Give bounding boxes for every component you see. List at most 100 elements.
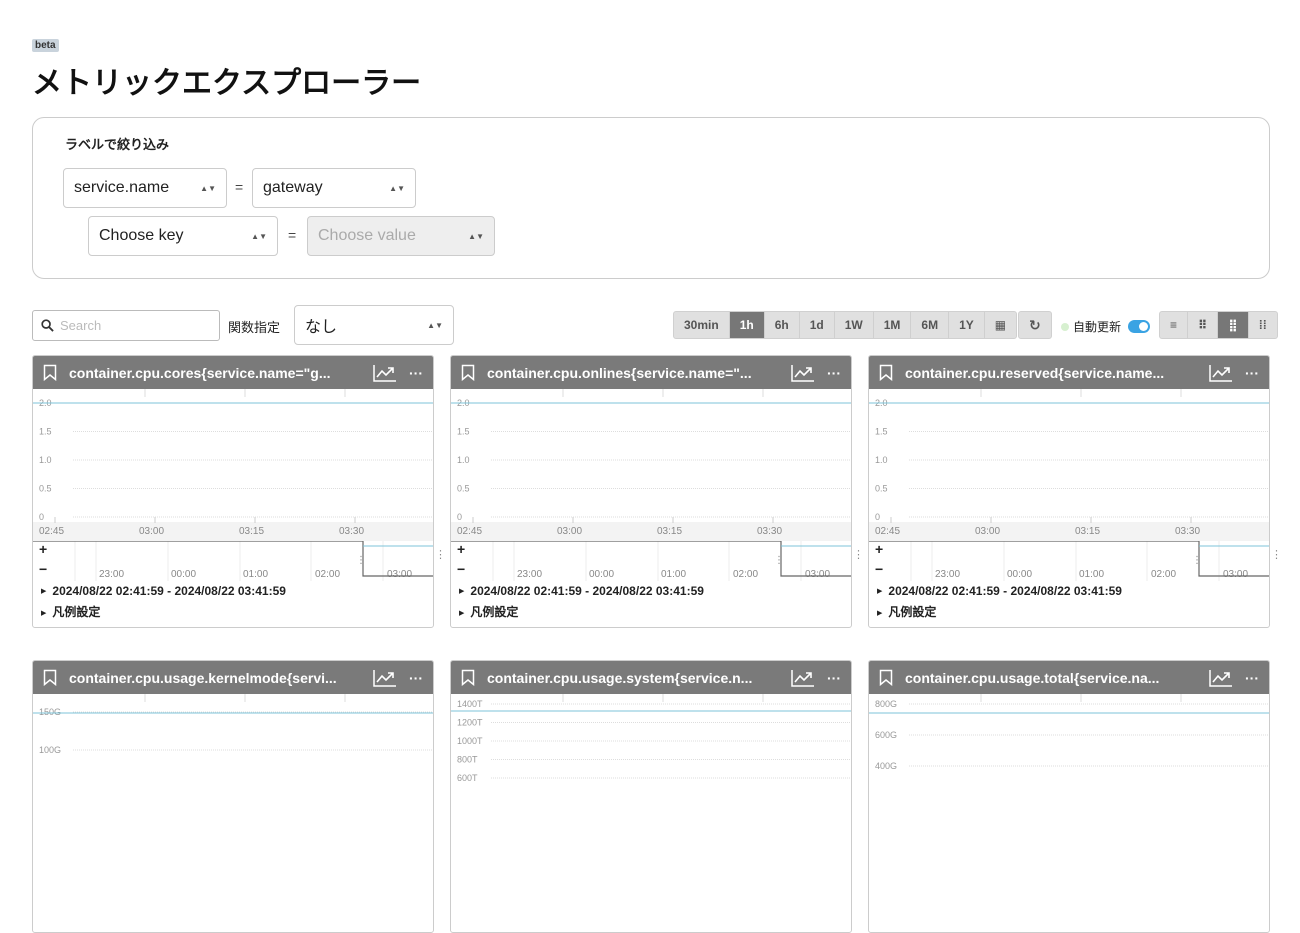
filter-key-select-2[interactable]: Choose key ▲▼: [88, 216, 278, 256]
time-navigator[interactable]: + − 23:00 00:00 01:00 02:00 03:00 ⋮: [451, 540, 851, 581]
legend-settings-toggle[interactable]: ▶ 凡例設定: [33, 602, 433, 623]
filter-key-select-1[interactable]: service.name ▲▼: [63, 168, 227, 208]
zoom-in-icon[interactable]: +: [875, 541, 883, 557]
filter-value-select-2[interactable]: Choose value ▲▼: [307, 216, 495, 256]
bookmark-icon[interactable]: [461, 364, 475, 381]
nav-tick-label: 02:00: [733, 569, 758, 580]
drag-handle-icon[interactable]: ⋮: [1271, 548, 1282, 561]
zoom-in-icon[interactable]: +: [39, 541, 47, 557]
y-tick-label: 1.5: [457, 427, 470, 437]
drag-handle-icon[interactable]: ⋮: [356, 555, 366, 566]
chart-type-icon[interactable]: [373, 364, 397, 382]
time-range-toggle[interactable]: ▶ 2024/08/22 02:41:59 - 2024/08/22 03:41:…: [451, 581, 851, 602]
legend-settings-toggle[interactable]: ▶ 凡例設定: [869, 602, 1269, 623]
drag-handle-icon[interactable]: ⋮: [853, 548, 864, 561]
bookmark-icon[interactable]: [43, 669, 57, 686]
time-range-toggle[interactable]: ▶ 2024/08/22 02:41:59 - 2024/08/22 03:41:…: [33, 581, 433, 602]
nav-tick-label: 03:00: [805, 569, 830, 580]
label-filter-box: ラベルで絞り込み service.name ▲▼ = gateway ▲▼ Choo…: [32, 117, 1270, 279]
zoom-in-icon[interactable]: +: [457, 541, 465, 557]
y-tick-label: 1.5: [39, 427, 52, 437]
zoom-out-icon[interactable]: −: [39, 561, 47, 577]
range-6h[interactable]: 6h: [765, 312, 800, 338]
nav-tick-label: 01:00: [243, 569, 268, 580]
time-navigator[interactable]: + − 23:00 00:00 01:00 02:00 03:00 ⋮: [33, 540, 433, 581]
x-tick-label: 03:30: [339, 526, 364, 537]
y-tick-label: 1.5: [875, 427, 888, 437]
panel-header: container.cpu.cores{service.name="g... ·…: [33, 356, 433, 389]
y-tick-label: 1400T: [457, 699, 483, 709]
x-axis-band: [33, 522, 433, 541]
beta-badge: beta: [32, 39, 59, 52]
y-tick-label: 0: [875, 512, 880, 522]
select-value: Choose key: [99, 227, 184, 244]
y-tick-label: 0: [39, 512, 44, 522]
nav-tick-label: 01:00: [1079, 569, 1104, 580]
search-input[interactable]: Search: [32, 310, 220, 341]
refresh-button[interactable]: ↻: [1018, 311, 1052, 339]
chart-type-icon[interactable]: [1209, 364, 1233, 382]
more-options-icon[interactable]: ···: [827, 365, 841, 381]
y-tick-label: 1000T: [457, 736, 483, 746]
bookmark-icon[interactable]: [461, 669, 475, 686]
chart-type-icon[interactable]: [791, 669, 815, 687]
nav-tick-label: 23:00: [99, 569, 124, 580]
time-range-text: 2024/08/22 02:41:59 - 2024/08/22 03:41:5…: [52, 584, 286, 598]
equals-sign: =: [235, 179, 244, 195]
chart-type-icon[interactable]: [791, 364, 815, 382]
time-range-toggle[interactable]: ▶ 2024/08/22 02:41:59 - 2024/08/22 03:41:…: [869, 581, 1269, 602]
zoom-out-icon[interactable]: −: [457, 561, 465, 577]
y-tick-label: 0.5: [875, 484, 888, 494]
nav-tick-label: 00:00: [1007, 569, 1032, 580]
zoom-out-icon[interactable]: −: [875, 561, 883, 577]
search-placeholder: Search: [60, 318, 102, 333]
drag-handle-icon[interactable]: ⋮: [774, 555, 784, 566]
more-options-icon[interactable]: ···: [409, 365, 423, 381]
x-tick-label: 02:45: [875, 526, 900, 537]
chart-type-icon[interactable]: [1209, 669, 1233, 687]
bookmark-icon[interactable]: [879, 364, 893, 381]
expand-triangle-icon: ▶: [459, 588, 465, 596]
legend-settings-toggle[interactable]: ▶ 凡例設定: [451, 602, 851, 623]
range-6M[interactable]: 6M: [911, 312, 950, 338]
chart-type-icon[interactable]: [373, 669, 397, 687]
legend-settings-label: 凡例設定: [470, 605, 519, 620]
range-1h[interactable]: 1h: [729, 312, 765, 338]
range-1M[interactable]: 1M: [874, 312, 912, 338]
range-1Y[interactable]: 1Y: [949, 312, 985, 338]
calendar-icon[interactable]: ▦: [985, 312, 1016, 338]
more-options-icon[interactable]: ···: [1245, 365, 1259, 381]
x-tick-label: 02:45: [457, 526, 482, 537]
bookmark-icon[interactable]: [879, 669, 893, 686]
auto-refresh-toggle[interactable]: [1128, 320, 1151, 333]
range-1d[interactable]: 1d: [800, 312, 835, 338]
layout-2col-button[interactable]: ⠿: [1188, 312, 1219, 338]
metric-panel: container.cpu.usage.kernelmode{servi... …: [32, 660, 434, 933]
drag-handle-icon[interactable]: ⋮: [435, 548, 446, 561]
filter-value-select-1[interactable]: gateway ▲▼: [252, 168, 416, 208]
layout-3col-button[interactable]: ⣿: [1218, 312, 1249, 338]
drag-handle-icon[interactable]: ⋮: [1192, 555, 1202, 566]
filter-label: ラベルで絞り込み: [65, 137, 170, 152]
time-navigator[interactable]: [869, 814, 1269, 854]
function-select[interactable]: なし ▲▼: [294, 305, 454, 345]
more-options-icon[interactable]: ···: [409, 670, 423, 686]
more-options-icon[interactable]: ···: [827, 670, 841, 686]
more-options-icon[interactable]: ···: [1245, 670, 1259, 686]
panel-title: container.cpu.usage.total{service.na...: [905, 669, 1160, 686]
time-range-text: 2024/08/22 02:41:59 - 2024/08/22 03:41:5…: [470, 584, 704, 598]
time-navigator[interactable]: [451, 814, 851, 854]
range-1W[interactable]: 1W: [835, 312, 874, 338]
chevron-updown-icon: ▲▼: [389, 183, 405, 193]
time-range-text: 2024/08/22 02:41:59 - 2024/08/22 03:41:5…: [888, 584, 1122, 598]
time-navigator[interactable]: [33, 814, 433, 854]
range-30min[interactable]: 30min: [674, 312, 730, 338]
time-navigator[interactable]: + − 23:00 00:00 01:00 02:00 03:00 ⋮: [869, 540, 1269, 581]
bookmark-icon[interactable]: [43, 364, 57, 381]
y-tick-label: 1.0: [457, 455, 470, 465]
metric-panel: container.cpu.usage.total{service.na... …: [868, 660, 1270, 933]
auto-refresh: 自動更新: [1061, 318, 1151, 335]
layout-1col-button[interactable]: ≡: [1160, 312, 1189, 338]
layout-4col-button[interactable]: ⁞⁞: [1249, 312, 1277, 338]
chart-svg: 2.01.51.00.5002:45 03:00 03:15 03:30: [869, 389, 1269, 541]
